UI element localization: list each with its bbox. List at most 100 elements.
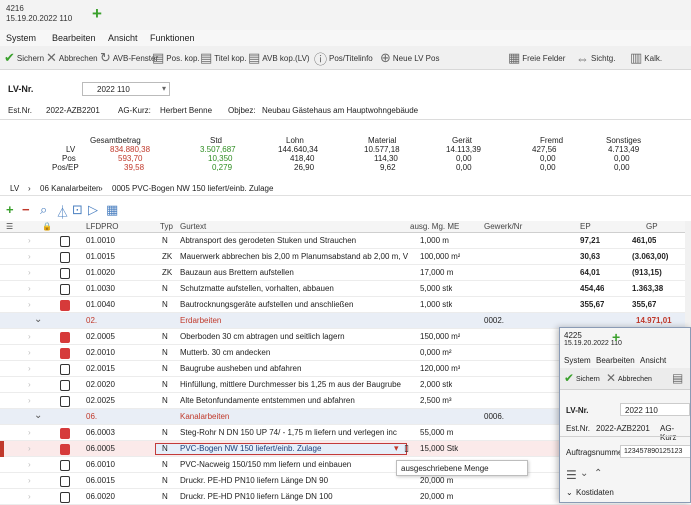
copy-position-button[interactable]: ▤ Pos. kop. xyxy=(152,48,200,68)
new-pos-label: Neue LV Pos xyxy=(392,53,440,63)
lock-icon[interactable] xyxy=(60,460,70,471)
breadcrumb-item[interactable]: LV xyxy=(10,184,19,193)
list-icon[interactable]: ☰ xyxy=(566,468,577,482)
menu-funktionen[interactable]: Funktionen xyxy=(150,33,195,43)
cancel-button[interactable]: ✕ Abbrechen xyxy=(46,48,98,68)
menu-bar: System Bearbeiten Ansicht Funktionen xyxy=(0,30,691,46)
dropdown-arrow-icon[interactable]: ▾ xyxy=(394,443,399,454)
filter-clear-icon[interactable]: ⊡ xyxy=(72,202,83,218)
table-row[interactable]: › 01.0020 ZK Bauzaun aus Brettern aufstelle… xyxy=(0,265,691,281)
lock-icon[interactable] xyxy=(60,300,70,311)
position-info-button[interactable]: ⓘ Pos/Titelinfo xyxy=(314,48,373,68)
grid-settings-icon[interactable]: ▦ xyxy=(106,202,118,218)
popup-order-field[interactable]: 123457890125123 xyxy=(620,445,690,458)
position-quantity: 100,000 m² xyxy=(420,252,461,261)
column-header[interactable]: GP xyxy=(646,222,658,231)
free-fields-button[interactable]: ▦ Freie Felder xyxy=(508,48,565,68)
copy-avb-button[interactable]: ▤ AVB kop.(LV) xyxy=(248,48,310,68)
search-icon[interactable]: ⌕ xyxy=(40,202,47,218)
table-row[interactable]: › 01.0010 N Abtransport des gerodeten Stuke… xyxy=(0,233,691,249)
document-icon[interactable]: ▤ xyxy=(672,371,683,385)
row-menu-icon[interactable]: ☰ xyxy=(6,222,13,231)
document-icon[interactable]: ▯ xyxy=(404,443,409,454)
lock-icon[interactable] xyxy=(60,348,70,359)
position-type: N xyxy=(162,492,168,501)
column-header[interactable]: EP xyxy=(580,222,591,231)
position-gp: 355,67 xyxy=(632,300,657,309)
filter-icon[interactable]: ⏃ xyxy=(56,202,69,221)
table-row[interactable]: › 01.0040 N Bautrocknungsgeräte aufstellen … xyxy=(0,297,691,313)
lock-icon[interactable] xyxy=(60,492,70,503)
table-row[interactable]: › 01.0015 ZK Mauerwerk abbrechen bis 2,00 m… xyxy=(0,249,691,265)
lock-icon[interactable] xyxy=(60,476,70,487)
lock-icon[interactable] xyxy=(60,332,70,343)
table-row[interactable]: › 01.0030 N Schutzmatte aufstellen, vorhalt… xyxy=(0,281,691,297)
position-type: N xyxy=(162,444,168,453)
popup-menu-view[interactable]: Ansicht xyxy=(640,356,666,365)
add-row-icon[interactable]: + xyxy=(6,202,14,217)
position-text: Baugrube ausheben und abfahren xyxy=(180,364,302,373)
lock-icon[interactable] xyxy=(60,444,70,455)
popup-order-label: Auftragsnummer xyxy=(566,448,626,457)
column-header[interactable]: ausg. Mg. ME xyxy=(410,222,459,231)
summary-value: 10,350 xyxy=(208,154,233,163)
position-gp: 461,05 xyxy=(632,236,657,245)
popup-menu-edit[interactable]: Bearbeiten xyxy=(596,356,635,365)
chevron-down-icon[interactable]: ⌄ xyxy=(580,468,588,479)
estimate-number: 2022-AZB2201 xyxy=(46,106,100,115)
popup-save-label[interactable]: Sichern xyxy=(576,376,600,383)
position-quantity: 2,000 stk xyxy=(420,380,453,389)
column-header[interactable]: LFDPRO xyxy=(86,222,118,231)
summary-value: 4.713,49 xyxy=(608,145,640,154)
column-header[interactable]: Typ xyxy=(160,222,173,231)
column-header[interactable]: Gurtext xyxy=(180,222,206,231)
menu-bearbeiten[interactable]: Bearbeiten xyxy=(52,33,96,43)
lock-icon[interactable] xyxy=(60,428,70,439)
column-header[interactable]: Gewerk/Nr xyxy=(484,222,522,231)
lock-icon[interactable] xyxy=(60,268,70,279)
copy-title-button[interactable]: ▤ Titel kop. xyxy=(200,48,246,68)
lock-icon[interactable] xyxy=(60,236,70,247)
popup-menu-system[interactable]: System xyxy=(564,356,591,365)
chevron-up-icon[interactable]: ⌃ xyxy=(594,468,602,479)
position-nr: 06.0005 xyxy=(86,444,115,453)
collapse-icon[interactable]: ⌄ xyxy=(34,314,42,325)
title-text: Kanalarbeiten xyxy=(180,412,230,421)
expand-icon[interactable]: ⌄ xyxy=(566,488,573,497)
check-icon[interactable]: ✔ xyxy=(564,371,574,385)
lock-icon[interactable] xyxy=(60,284,70,295)
cross-icon[interactable]: ✕ xyxy=(606,371,616,385)
lock-icon[interactable] xyxy=(60,396,70,407)
save-button[interactable]: ✔ Sichern xyxy=(4,48,44,68)
chevron-down-icon[interactable]: ▾ xyxy=(162,84,166,93)
popup-lv-field[interactable]: 2022 110 xyxy=(620,403,690,416)
lock-icon[interactable] xyxy=(60,252,70,263)
popup-cancel-label[interactable]: Abbrechen xyxy=(618,376,652,383)
position-nr: 01.0015 xyxy=(86,252,115,261)
lock-icon[interactable] xyxy=(60,380,70,391)
view-button[interactable]: ⇔ Sichtg. xyxy=(576,48,615,68)
lock-icon[interactable] xyxy=(60,364,70,375)
secondary-window: 4225 15.19.20.2022 110 + System Bearbeit… xyxy=(559,327,691,503)
breadcrumb-item[interactable]: 0005 PVC-Bogen NW 150 liefert/einb. Zula… xyxy=(112,184,273,193)
add-tab-button[interactable]: + xyxy=(92,4,102,24)
popup-add-tab-button[interactable]: + xyxy=(612,329,620,345)
position-ep: 355,67 xyxy=(580,300,605,309)
grid-toolbar: + − ⌕ ⏃ ⊡ ▷ ▦ xyxy=(0,202,691,221)
lv-number-field[interactable]: 2022 110 ▾ xyxy=(82,82,170,96)
arrows-icon: ⇔ xyxy=(576,50,589,66)
position-quantity: 1,000 stk xyxy=(420,300,453,309)
collapse-icon[interactable]: ⌄ xyxy=(34,410,42,421)
position-quantity: 17,000 m xyxy=(420,268,454,277)
menu-ansicht[interactable]: Ansicht xyxy=(108,33,138,43)
remove-row-icon[interactable]: − xyxy=(22,202,30,217)
new-position-button[interactable]: ⊕ Neue LV Pos xyxy=(380,48,439,68)
ag-label: AG-Kurz: xyxy=(118,106,151,115)
popup-tree-node[interactable]: Kostidaten xyxy=(576,488,614,497)
menu-system[interactable]: System xyxy=(6,33,36,43)
summary-value: 0,00 xyxy=(456,154,472,163)
avb-window-button[interactable]: ↻ AVB-Fenster xyxy=(100,48,158,68)
calc-button[interactable]: ▥ Kalk. xyxy=(630,48,662,68)
breadcrumb-item[interactable]: 06 Kanalarbeiten xyxy=(40,184,101,193)
run-icon[interactable]: ▷ xyxy=(88,202,98,218)
